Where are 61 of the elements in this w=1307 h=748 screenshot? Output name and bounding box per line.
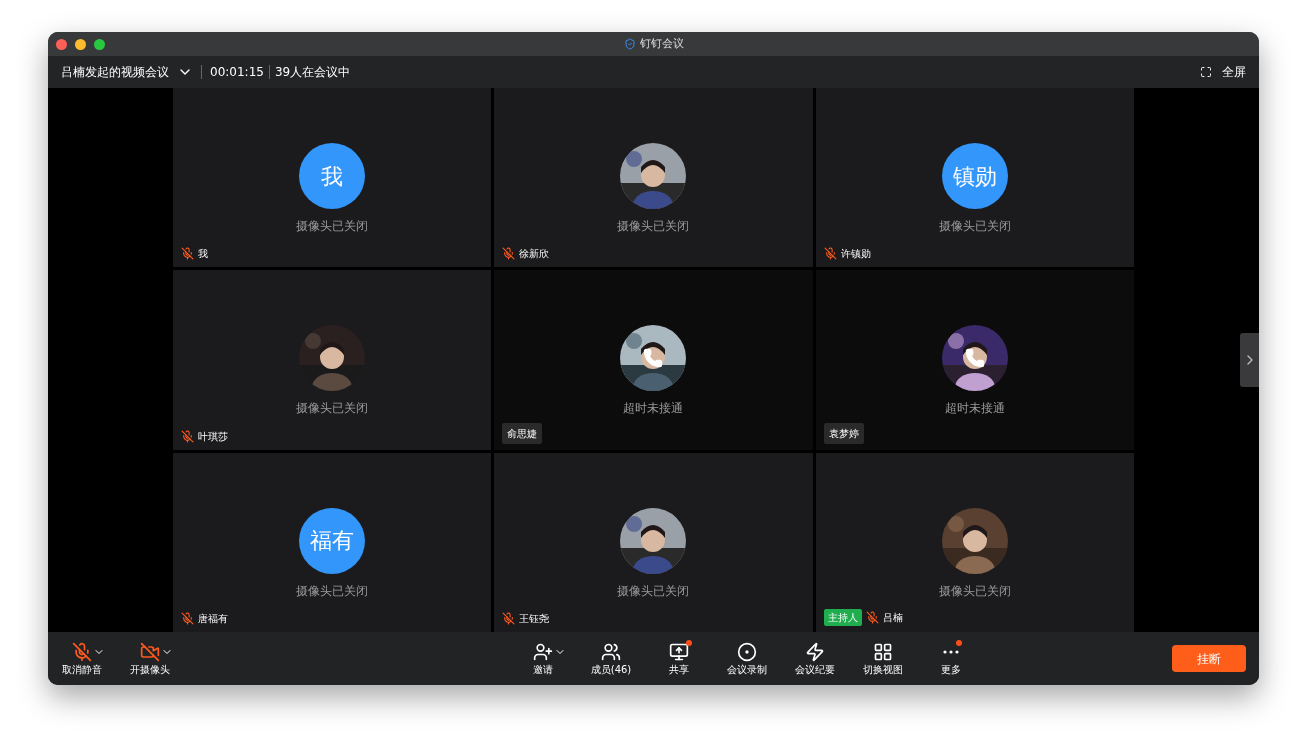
participant-name: 许镇勋 [840, 247, 871, 262]
participant-tile[interactable]: 摄像头已关闭 叶琪莎 [172, 270, 492, 450]
participant-name: 叶琪莎 [197, 429, 228, 444]
participant-tile[interactable]: 超时未接通 袁梦婷 [815, 270, 1135, 450]
host-badge: 主持人 [823, 609, 862, 626]
participant-name: 袁梦婷 [823, 422, 864, 444]
toolbar-button[interactable]: 会议录制 [715, 638, 779, 679]
participant-name: 唐福有 [197, 612, 228, 626]
toolbar-button[interactable]: 更多 [919, 638, 983, 679]
grid-icon [873, 642, 893, 662]
window-title: 钉钉会议 [639, 35, 684, 52]
lightning-icon [805, 642, 825, 662]
status-text: 摄像头已关闭 [939, 218, 1012, 235]
status-text: 超时未接通 [945, 400, 1006, 418]
toolbar-button[interactable]: 切换视图 [851, 638, 915, 679]
attendee-count: 39人在会议中 [274, 64, 351, 81]
participant-tile[interactable]: 摄像头已关闭 王钰尧 [494, 452, 813, 632]
avatar: 福有 [298, 507, 365, 574]
record-icon [737, 642, 757, 662]
status-text: 超时未接通 [623, 400, 684, 418]
shield-icon [623, 38, 636, 50]
toolbar-button[interactable]: 开摄像头 [118, 638, 182, 679]
participant-tile[interactable]: 镇勋 摄像头已关闭 许镇勋 [815, 88, 1135, 268]
participant-name: 吕楠 [882, 611, 903, 625]
status-text: 摄像头已关闭 [295, 218, 368, 235]
participant-tile[interactable]: 福有 摄像头已关闭 唐福有 [172, 452, 492, 632]
participant-tile[interactable]: 摄像头已关闭 徐新欣 [494, 88, 813, 268]
toolbar-button[interactable]: 取消静音 [50, 638, 114, 679]
phone-icon [965, 348, 986, 369]
fullscreen-icon [1200, 66, 1212, 78]
fullscreen-button[interactable]: 全屏 [1200, 63, 1246, 81]
avatar: 镇勋 [942, 143, 1009, 209]
screen-share-icon [669, 642, 689, 662]
toolbar-button[interactable]: 成员(46) [579, 638, 643, 679]
mic-off-icon [72, 642, 92, 662]
camera-off-icon [140, 642, 160, 662]
status-text: 摄像头已关闭 [939, 582, 1012, 600]
minimize-button[interactable] [75, 38, 86, 50]
users-icon [601, 642, 621, 662]
close-button[interactable] [56, 38, 67, 50]
zoom-button[interactable] [94, 38, 105, 50]
phone-icon [643, 348, 664, 369]
status-text: 摄像头已关闭 [295, 582, 368, 600]
avatar: 我 [298, 143, 365, 209]
toolbar-button[interactable]: 邀请 [511, 638, 575, 679]
participant-name: 王钰尧 [519, 612, 550, 626]
participant-tile[interactable]: 超时未接通 俞思婕 [494, 270, 813, 450]
participant-tile[interactable]: 摄像头已关闭 主持人 吕楠 [815, 452, 1135, 632]
toolbar-button[interactable]: 共享 [647, 638, 711, 679]
participant-name: 徐新欣 [519, 247, 550, 262]
meeting-duration: 00:01:15 [210, 64, 264, 81]
meeting-title: 吕楠发起的视频会议 [61, 64, 169, 81]
participant-name: 我 [197, 247, 208, 262]
status-text: 摄像头已关闭 [617, 218, 690, 235]
status-text: 摄像头已关闭 [295, 400, 368, 418]
more-icon [943, 650, 959, 654]
toolbar-button[interactable]: 会议纪要 [783, 638, 847, 679]
participant-name: 俞思婕 [502, 422, 543, 444]
status-text: 摄像头已关闭 [617, 582, 690, 600]
participant-tile[interactable]: 我 摄像头已关闭 我 [172, 88, 492, 268]
add-user-icon [533, 642, 553, 662]
